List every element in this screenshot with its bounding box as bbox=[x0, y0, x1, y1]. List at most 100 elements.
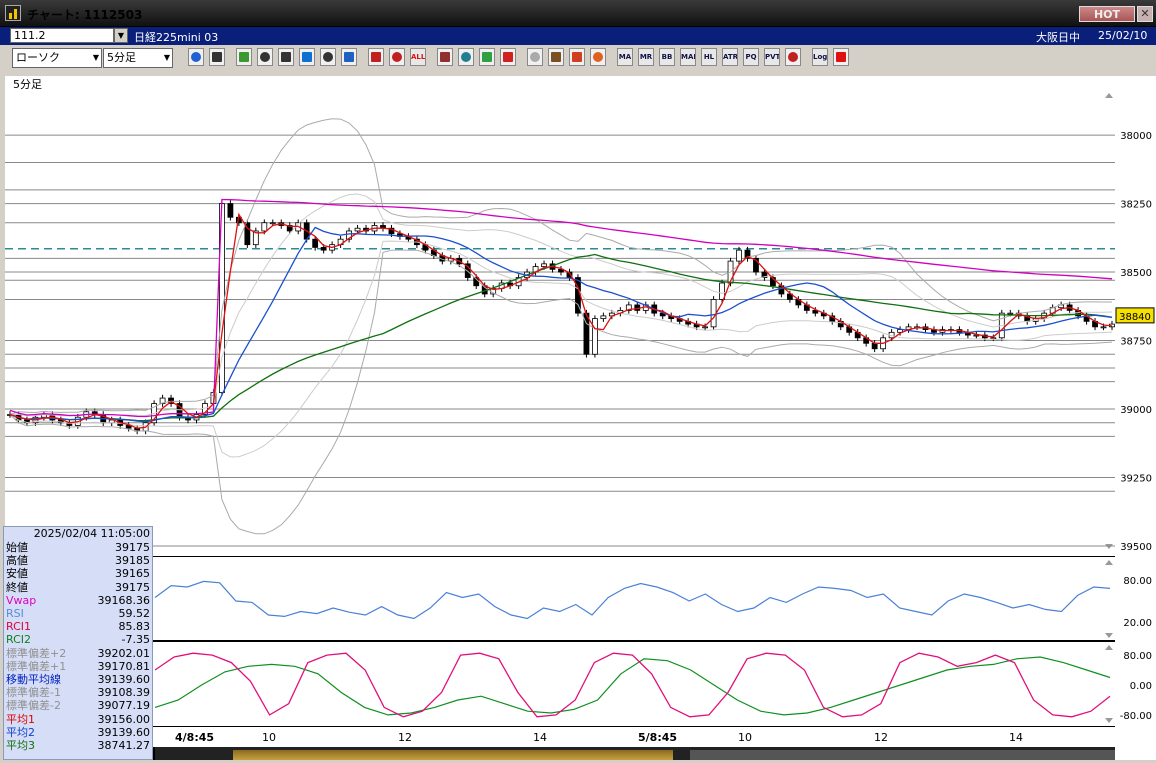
info-row-label: 標準偏差+1 bbox=[6, 659, 67, 673]
note-icon-glyph bbox=[323, 52, 333, 62]
search-chart-icon-glyph bbox=[461, 52, 471, 62]
info-row-label: 終値 bbox=[6, 580, 28, 594]
search-chart-icon[interactable] bbox=[458, 48, 474, 66]
candle-body bbox=[227, 203, 234, 218]
window-icon-glyph bbox=[788, 52, 798, 62]
candle-body bbox=[1007, 312, 1014, 315]
palette-icon-glyph bbox=[593, 52, 603, 62]
hl-icon[interactable]: HL bbox=[701, 48, 717, 66]
info-row: 始値 39175 bbox=[6, 542, 152, 554]
grid-icon[interactable] bbox=[479, 48, 495, 66]
info-row-value: 39170.81 bbox=[97, 659, 151, 673]
flag-icon[interactable] bbox=[500, 48, 516, 66]
info-row-value: -7.35 bbox=[121, 633, 150, 647]
candle-body bbox=[592, 318, 598, 355]
trash-icon[interactable] bbox=[341, 48, 357, 66]
info-row-value: 39077.19 bbox=[97, 699, 151, 713]
price-tick-label: 38250 bbox=[1120, 200, 1152, 211]
interval-select[interactable]: 5分足 ▼ bbox=[103, 48, 173, 68]
palette-icon[interactable] bbox=[590, 48, 606, 66]
hot-button[interactable]: HOT bbox=[1079, 6, 1135, 22]
close-button[interactable]: ✕ bbox=[1137, 6, 1153, 22]
mae-icon[interactable]: MAE bbox=[680, 48, 696, 66]
info-row-label: RCI2 bbox=[6, 633, 32, 647]
info-row-label: 高値 bbox=[6, 554, 28, 568]
candle-body bbox=[600, 315, 607, 320]
info-row: 安値 39165 bbox=[6, 568, 152, 580]
all-icon[interactable]: ALL bbox=[410, 48, 426, 66]
rsi-tick-label: 20.00 bbox=[1123, 618, 1152, 629]
pen-icon[interactable] bbox=[236, 48, 252, 66]
time-scroll-thumb[interactable] bbox=[233, 750, 673, 760]
window-icon[interactable] bbox=[785, 48, 801, 66]
bar-right-icon[interactable] bbox=[389, 48, 405, 66]
crosshair-icon[interactable] bbox=[209, 48, 225, 66]
price-tick-label: 38000 bbox=[1120, 131, 1152, 142]
bb-icon[interactable]: BB bbox=[659, 48, 675, 66]
info-row-label: Vwap bbox=[6, 593, 37, 607]
window-title: チャート: 1112503 bbox=[27, 8, 143, 22]
candle-body bbox=[312, 238, 319, 248]
chevron-down-icon: ▼ bbox=[92, 53, 99, 62]
symbol-dropdown-button[interactable]: ▼ bbox=[114, 28, 128, 43]
interval-value: 5分足 bbox=[107, 51, 136, 64]
rsi-panel-bg bbox=[5, 557, 1115, 640]
mark-icon[interactable] bbox=[437, 48, 453, 66]
info-row-value: 39156.00 bbox=[97, 712, 151, 726]
trade-date: 25/02/10 bbox=[1098, 29, 1148, 42]
x-tick-label: 5/8:45 bbox=[638, 731, 677, 744]
info-row-label: 標準偏差+2 bbox=[6, 646, 67, 660]
info-row-value: 59.52 bbox=[118, 607, 151, 620]
pvt-icon[interactable]: PVT bbox=[764, 48, 780, 66]
data-info-panel: 2025/02/04 11:05:00 始値 39175 高値 39185 安値 3916… bbox=[3, 526, 153, 760]
info-row-value: 38741.27 bbox=[97, 739, 151, 752]
info-row: 標準偏差+1 39170.81 bbox=[6, 659, 152, 673]
info-row-label: 標準偏差-2 bbox=[6, 699, 61, 713]
mark-icon-glyph bbox=[440, 52, 450, 62]
chevron-down-icon: ▼ bbox=[163, 53, 170, 62]
chart-type-value: ローソク bbox=[16, 51, 60, 64]
undo-icon[interactable] bbox=[299, 48, 315, 66]
x-tick-label: 10 bbox=[738, 731, 752, 744]
log-icon[interactable]: Log bbox=[812, 48, 828, 66]
market-status: 大阪日中 bbox=[1036, 31, 1080, 44]
title-bar bbox=[0, 0, 1156, 27]
info-row-label: 移動平均線 bbox=[6, 673, 61, 686]
chart-area[interactable]: 5分足 39500 39250 39000 38750 38500 38250 38000 38… bbox=[5, 76, 1156, 760]
zoom-icon[interactable] bbox=[188, 48, 204, 66]
cursor-icon[interactable] bbox=[278, 48, 294, 66]
price-tick-label: 39000 bbox=[1120, 405, 1152, 416]
info-row-label: 始値 bbox=[6, 541, 28, 554]
settings-icon[interactable] bbox=[548, 48, 564, 66]
time-scroll-track[interactable] bbox=[690, 750, 1115, 760]
info-row-value: 39168.36 bbox=[97, 593, 151, 607]
chart-type-select[interactable]: ローソク ▼ bbox=[12, 48, 102, 68]
price-tick-label: 38500 bbox=[1120, 268, 1152, 279]
wrench-icon[interactable] bbox=[257, 48, 273, 66]
bar-right-icon-glyph bbox=[392, 52, 402, 62]
pq-icon[interactable]: PQ bbox=[743, 48, 759, 66]
info-row-label: 平均2 bbox=[6, 725, 35, 739]
atr-icon[interactable]: ATR bbox=[722, 48, 738, 66]
bar-left-icon[interactable] bbox=[368, 48, 384, 66]
candle-body bbox=[710, 299, 717, 328]
symbol-code-input[interactable]: 111.2 bbox=[10, 28, 114, 43]
ma-icon[interactable]: MA bbox=[617, 48, 633, 66]
info-row: 標準偏差+2 39202.01 bbox=[6, 646, 152, 660]
info-row-label: 平均3 bbox=[6, 739, 35, 752]
price-tick-label: 39500 bbox=[1120, 542, 1152, 553]
price-tick-label: 39250 bbox=[1120, 474, 1152, 485]
settings-icon-glyph bbox=[551, 52, 561, 62]
export-icon[interactable] bbox=[833, 48, 849, 66]
candle-body bbox=[261, 222, 268, 232]
info-row-value: 85.83 bbox=[118, 620, 151, 634]
chart-svg: 5分足 39500 39250 39000 38750 38500 38250 38000 38… bbox=[5, 76, 1156, 760]
note-icon[interactable] bbox=[320, 48, 336, 66]
info-row: 終値 39175 bbox=[6, 580, 152, 594]
rci-tick-label: 0.00 bbox=[1130, 681, 1152, 692]
lock-icon[interactable] bbox=[527, 48, 543, 66]
brush-icon[interactable] bbox=[569, 48, 585, 66]
info-row-label: 安値 bbox=[6, 567, 28, 581]
x-tick-label: 14 bbox=[1009, 731, 1023, 744]
mr-icon[interactable]: MR bbox=[638, 48, 654, 66]
